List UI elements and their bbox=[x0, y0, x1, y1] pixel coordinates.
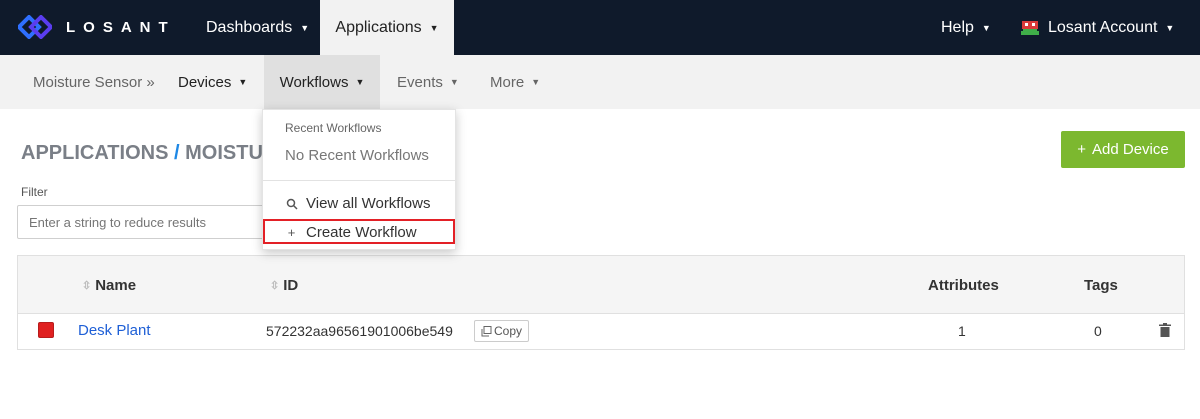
filter-label: Filter bbox=[21, 185, 48, 199]
column-header-tags: Tags bbox=[1084, 276, 1118, 294]
column-header-id[interactable]: ⇳ ID bbox=[270, 256, 298, 314]
subnav-more[interactable]: More ▼ bbox=[490, 55, 540, 109]
subnav-events[interactable]: Events ▼ bbox=[397, 55, 459, 109]
nav-applications[interactable]: Applications ▼ bbox=[320, 0, 454, 55]
column-header-name[interactable]: ⇳ Name bbox=[82, 256, 136, 314]
caret-down-icon: ▼ bbox=[300, 22, 310, 33]
sub-navbar: Moisture Sensor » Devices ▼ Workflows ▼ … bbox=[0, 55, 1200, 109]
subnav-devices[interactable]: Devices ▼ bbox=[178, 55, 247, 109]
recent-workflows-header: Recent Workflows bbox=[285, 121, 382, 135]
device-id: 572232aa96561901006be549 bbox=[266, 323, 453, 339]
search-icon bbox=[285, 198, 298, 210]
sort-icon: ⇳ bbox=[270, 279, 280, 292]
title-separator: / bbox=[173, 142, 180, 164]
logo-text: LOSANT bbox=[66, 18, 176, 36]
caret-down-icon: ▼ bbox=[449, 77, 459, 87]
filter-input[interactable] bbox=[17, 205, 267, 239]
add-device-button[interactable]: + Add Device bbox=[1061, 131, 1185, 168]
caret-down-icon: ▼ bbox=[355, 77, 365, 87]
account-avatar-icon bbox=[1020, 17, 1040, 38]
nav-help[interactable]: Help ▼ bbox=[941, 0, 991, 55]
nav-account[interactable]: Losant Account ▼ bbox=[1020, 0, 1174, 55]
create-workflow-highlight bbox=[263, 219, 455, 244]
trash-icon[interactable] bbox=[1159, 323, 1171, 337]
copy-label: Copy bbox=[493, 324, 522, 338]
subnav-workflows[interactable]: Workflows ▼ bbox=[264, 55, 380, 109]
device-tags-count: 0 bbox=[1094, 323, 1102, 339]
no-recent-workflows: No Recent Workflows bbox=[285, 147, 429, 164]
menu-divider bbox=[263, 180, 455, 181]
title-applications-link[interactable]: APPLICATIONS bbox=[21, 142, 168, 164]
device-attributes-count: 1 bbox=[958, 323, 966, 339]
nav-dashboards[interactable]: Dashboards ▼ bbox=[206, 0, 309, 55]
copy-icon bbox=[481, 325, 492, 336]
caret-down-icon: ▼ bbox=[429, 22, 439, 33]
nav-dashboards-label: Dashboards bbox=[206, 18, 293, 36]
caret-down-icon: ▼ bbox=[1165, 22, 1175, 33]
device-status-indicator bbox=[38, 322, 54, 338]
column-header-id-label: ID bbox=[283, 276, 299, 294]
add-device-label: Add Device bbox=[1092, 141, 1169, 158]
sort-icon: ⇳ bbox=[82, 279, 92, 292]
view-all-workflows-label: View all Workflows bbox=[306, 195, 431, 212]
subnav-workflows-label: Workflows bbox=[279, 73, 349, 91]
copy-id-button[interactable]: Copy bbox=[474, 320, 529, 342]
losant-logo[interactable]: LOSANT bbox=[18, 15, 176, 39]
caret-down-icon: ▼ bbox=[531, 77, 541, 87]
caret-down-icon: ▼ bbox=[238, 77, 248, 87]
device-name-link[interactable]: Desk Plant bbox=[78, 322, 151, 339]
plus-icon: + bbox=[1077, 141, 1087, 158]
app-breadcrumb[interactable]: Moisture Sensor » bbox=[33, 55, 155, 109]
subnav-events-label: Events bbox=[397, 73, 443, 91]
nav-account-label: Losant Account bbox=[1048, 18, 1158, 36]
caret-down-icon: ▼ bbox=[981, 22, 991, 33]
subnav-more-label: More bbox=[490, 73, 525, 91]
subnav-devices-label: Devices bbox=[178, 73, 232, 91]
table-header: ⇳ Name ⇳ ID Attributes Tags bbox=[18, 256, 1184, 314]
nav-applications-label: Applications bbox=[335, 18, 422, 36]
logo-mark-icon bbox=[18, 15, 52, 39]
devices-table: ⇳ Name ⇳ ID Attributes Tags Desk Plant 5… bbox=[17, 255, 1185, 350]
app-breadcrumb-label: Moisture Sensor » bbox=[33, 73, 155, 91]
column-header-attributes: Attributes bbox=[928, 276, 999, 294]
table-row: Desk Plant 572232aa96561901006be549 Copy… bbox=[18, 314, 1184, 349]
column-header-name-label: Name bbox=[95, 276, 137, 294]
top-navbar: LOSANT Dashboards ▼ Applications ▼ Help … bbox=[0, 0, 1200, 55]
view-all-workflows-item[interactable]: View all Workflows bbox=[285, 195, 430, 212]
nav-help-label: Help bbox=[941, 18, 974, 36]
